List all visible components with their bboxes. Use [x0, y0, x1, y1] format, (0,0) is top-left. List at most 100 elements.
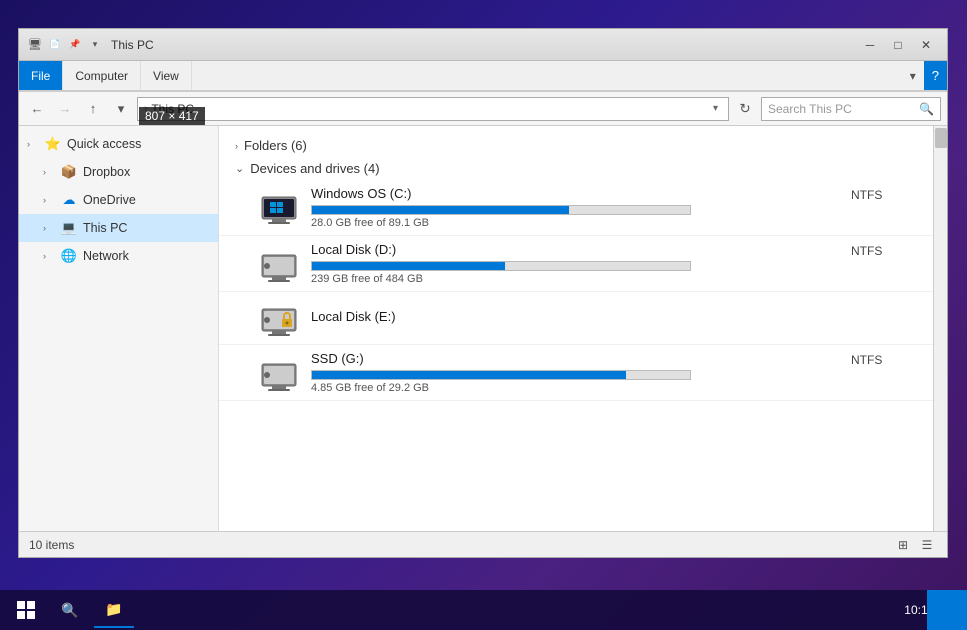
window-icon-down: ▾ — [87, 37, 103, 53]
drive-d-progress-wrap — [311, 261, 691, 271]
start-button[interactable] — [6, 592, 46, 628]
drive-icon-g — [260, 354, 298, 392]
sidebar-label-dropbox: Dropbox — [83, 165, 130, 179]
section-header-folders[interactable]: › Folders (6) — [219, 134, 947, 157]
drive-g-info: SSD (G:) 4.85 GB free of 29.2 GB — [311, 351, 831, 394]
window-icon-pin: 📌 — [67, 37, 83, 53]
window-icon-doc: 📄 — [47, 37, 63, 53]
drive-e-name: Local Disk (E:) — [311, 309, 831, 324]
sidebar-label-onedrive: OneDrive — [83, 193, 136, 207]
item-count: 10 items — [29, 538, 74, 552]
tab-computer[interactable]: Computer — [63, 61, 141, 90]
drive-icon-e — [260, 299, 298, 337]
title-bar-icons: 🖥 📄 📌 ▾ — [27, 37, 103, 53]
sidebar-item-this-pc[interactable]: › 💻 This PC — [19, 214, 218, 242]
scrollbar[interactable] — [933, 126, 947, 531]
window-title: This PC — [111, 38, 857, 52]
chevron-icon: › — [43, 167, 59, 177]
network-icon: 🌐 — [59, 248, 79, 264]
this-pc-icon: 💻 — [59, 220, 79, 236]
forward-button[interactable]: → — [53, 97, 77, 121]
sidebar-item-quick-access[interactable]: › ⭐ Quick access — [19, 130, 218, 158]
sidebar-item-onedrive[interactable]: › ☁ OneDrive — [19, 186, 218, 214]
drive-c-progress-fill — [312, 206, 569, 214]
dropbox-icon: 📦 — [59, 164, 79, 180]
tab-file[interactable]: File — [19, 61, 63, 90]
drive-c-progress-wrap — [311, 205, 691, 215]
chevron-icon: › — [43, 223, 59, 233]
drive-item-e[interactable]: Local Disk (E:) — [219, 292, 947, 345]
drive-item-d[interactable]: Local Disk (D:) 239 GB free of 484 GB NT… — [219, 236, 947, 292]
address-arrow: › — [144, 103, 147, 114]
drive-icon-c — [260, 189, 298, 227]
tab-view[interactable]: View — [141, 61, 192, 90]
drive-g-filesystem: NTFS — [851, 351, 931, 367]
chevron-icon: › — [43, 251, 59, 261]
drive-g-progress-fill — [312, 371, 626, 379]
close-button[interactable]: ✕ — [913, 35, 939, 55]
devices-section-label: Devices and drives (4) — [250, 161, 379, 176]
details-view-button[interactable]: ⊞ — [893, 536, 913, 554]
window-controls: ─ □ ✕ — [857, 35, 939, 55]
scroll-thumb — [935, 128, 947, 148]
chevron-icon: › — [43, 195, 59, 205]
file-explorer-taskbar-button[interactable]: 📁 — [94, 592, 134, 628]
drive-g-meta: 4.85 GB free of 29.2 GB — [311, 382, 831, 394]
search-placeholder-text: Search This PC — [768, 102, 852, 116]
ribbon-expand-btn[interactable]: ▾ — [902, 61, 924, 90]
sidebar-item-dropbox[interactable]: › 📦 Dropbox — [19, 158, 218, 186]
section-header-devices[interactable]: ⌄ Devices and drives (4) — [219, 157, 947, 180]
address-dropdown-btn[interactable]: ▾ — [709, 103, 722, 114]
drive-g-name: SSD (G:) — [311, 351, 831, 366]
drive-e-info: Local Disk (E:) — [311, 309, 831, 328]
drive-g-progress-wrap — [311, 370, 691, 380]
drive-d-filesystem: NTFS — [851, 242, 931, 258]
drive-c-info: Windows OS (C:) 28.0 GB free of 89.1 GB — [311, 186, 831, 229]
taskbar-notification-area[interactable] — [927, 590, 967, 630]
sidebar-item-network[interactable]: › 🌐 Network — [19, 242, 218, 270]
window-icon-monitor: 🖥 — [27, 37, 43, 53]
folders-section-label: Folders (6) — [244, 138, 307, 153]
recent-locations-button[interactable]: ▾ — [109, 97, 133, 121]
back-button[interactable]: ← — [25, 97, 49, 121]
drive-icon-g-wrap — [259, 353, 299, 393]
sidebar-label-quick-access: Quick access — [67, 137, 141, 151]
status-bar: 10 items ⊞ ☰ — [19, 531, 947, 557]
file-pane: › Folders (6) ⌄ Devices and drives (4) — [219, 126, 947, 531]
main-content: › ⭐ Quick access › 📦 Dropbox › ☁ OneDriv… — [19, 126, 947, 531]
chevron-down-icon: ⌄ — [235, 162, 244, 175]
search-icon: 🔍 — [919, 102, 934, 116]
address-bar[interactable]: › This PC ▾ — [137, 97, 729, 121]
cortana-button[interactable]: 🔍 — [50, 592, 90, 628]
drive-e-filesystem — [851, 298, 931, 300]
up-button[interactable]: ↑ — [81, 97, 105, 121]
drive-c-name: Windows OS (C:) — [311, 186, 831, 201]
address-text: This PC — [151, 102, 194, 116]
minimize-button[interactable]: ─ — [857, 35, 883, 55]
ribbon-tabs: File Computer View ▾ ? — [19, 61, 947, 91]
explorer-window: 🖥 📄 📌 ▾ This PC 807 × 417 ─ □ ✕ File Com… — [18, 28, 948, 558]
sidebar: › ⭐ Quick access › 📦 Dropbox › ☁ OneDriv… — [19, 126, 219, 531]
chevron-icon: › — [27, 139, 43, 149]
quick-access-icon: ⭐ — [43, 136, 63, 152]
view-toggle: ⊞ ☰ — [893, 536, 937, 554]
onedrive-icon: ☁ — [59, 192, 79, 208]
drive-c-filesystem: NTFS — [851, 186, 931, 202]
chevron-right-icon: › — [235, 141, 238, 151]
drive-item-c[interactable]: Windows OS (C:) 28.0 GB free of 89.1 GB … — [219, 180, 947, 236]
maximize-button[interactable]: □ — [885, 35, 911, 55]
sidebar-label-this-pc: This PC — [83, 221, 127, 235]
drive-icon-d-wrap — [259, 244, 299, 284]
list-view-button[interactable]: ☰ — [917, 536, 937, 554]
drive-d-info: Local Disk (D:) 239 GB free of 484 GB — [311, 242, 831, 285]
drive-icon-e-wrap — [259, 298, 299, 338]
search-bar[interactable]: Search This PC 🔍 — [761, 97, 941, 121]
help-button[interactable]: ? — [924, 61, 947, 90]
toolbar: ← → ↑ ▾ › This PC ▾ ↻ Search This PC 🔍 — [19, 92, 947, 126]
drive-icon-c-wrap — [259, 188, 299, 228]
drive-c-meta: 28.0 GB free of 89.1 GB — [311, 217, 831, 229]
title-bar: 🖥 📄 📌 ▾ This PC 807 × 417 ─ □ ✕ — [19, 29, 947, 61]
drive-item-g[interactable]: SSD (G:) 4.85 GB free of 29.2 GB NTFS — [219, 345, 947, 401]
refresh-button[interactable]: ↻ — [733, 97, 757, 121]
sidebar-label-network: Network — [83, 249, 129, 263]
